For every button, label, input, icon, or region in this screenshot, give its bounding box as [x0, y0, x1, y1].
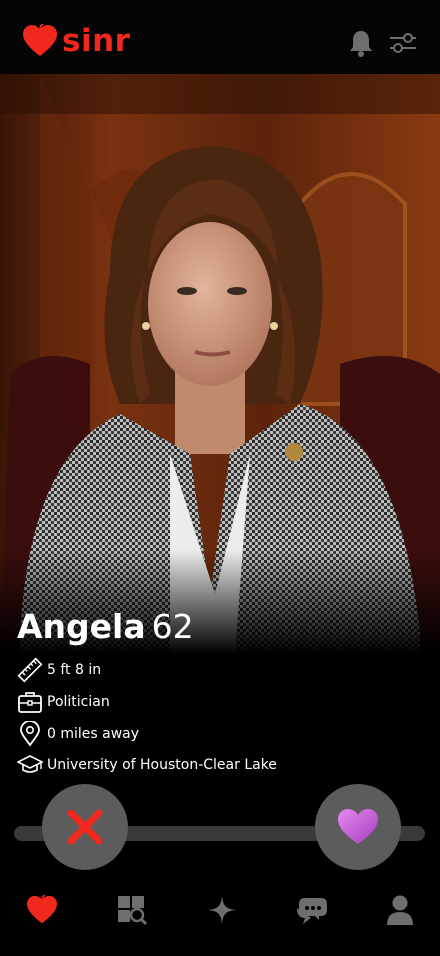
brand-logo[interactable]: sinr	[22, 24, 130, 58]
detail-distance: 0 miles away	[16, 721, 416, 747]
profile-icon	[387, 895, 413, 925]
nav-item-swipe[interactable]	[22, 890, 62, 930]
location-pin-icon	[20, 721, 40, 747]
briefcase-icon	[18, 692, 42, 713]
profile-photo[interactable]	[0, 74, 440, 654]
graduation-cap-icon	[17, 755, 43, 773]
detail-school-text: University of Houston-Clear Lake	[47, 757, 277, 773]
bell-icon[interactable]	[348, 29, 374, 57]
detail-height-text: 5 ft 8 in	[47, 662, 102, 678]
detail-school: University of Houston-Clear Lake	[16, 752, 416, 778]
like-button[interactable]	[315, 784, 401, 870]
profile-age: 62	[151, 607, 194, 646]
nav-item-profile[interactable]	[380, 890, 420, 930]
sliders-icon[interactable]	[388, 30, 418, 56]
brand-heart-icon	[23, 24, 57, 56]
chat-bubbles-icon	[297, 898, 327, 924]
profile-name-age: Angela 62	[17, 606, 194, 648]
nav-item-chats[interactable]	[292, 890, 332, 930]
brand-name: sinr	[62, 23, 131, 59]
bottom-nav	[0, 880, 440, 956]
profile-photo-illustration	[0, 74, 440, 654]
profile-name: Angela	[17, 607, 146, 646]
ruler-icon	[17, 657, 43, 683]
detail-distance-text: 0 miles away	[47, 726, 140, 742]
detail-job-text: Politician	[47, 694, 110, 710]
app-screen: sinr Angela 62 5 ft 8 in Politician 0 mi…	[0, 0, 440, 956]
sparkle-icon	[208, 896, 236, 924]
heart-icon	[338, 809, 378, 844]
explore-grid-icon	[118, 896, 148, 926]
x-icon	[67, 809, 103, 845]
top-bar: sinr	[0, 0, 440, 74]
detail-height: 5 ft 8 in	[16, 657, 416, 683]
detail-job: Politician	[16, 689, 416, 715]
nav-item-spotlight[interactable]	[202, 890, 242, 930]
nav-item-explore[interactable]	[112, 890, 152, 930]
heart-icon	[27, 895, 57, 924]
nope-button[interactable]	[42, 784, 128, 870]
